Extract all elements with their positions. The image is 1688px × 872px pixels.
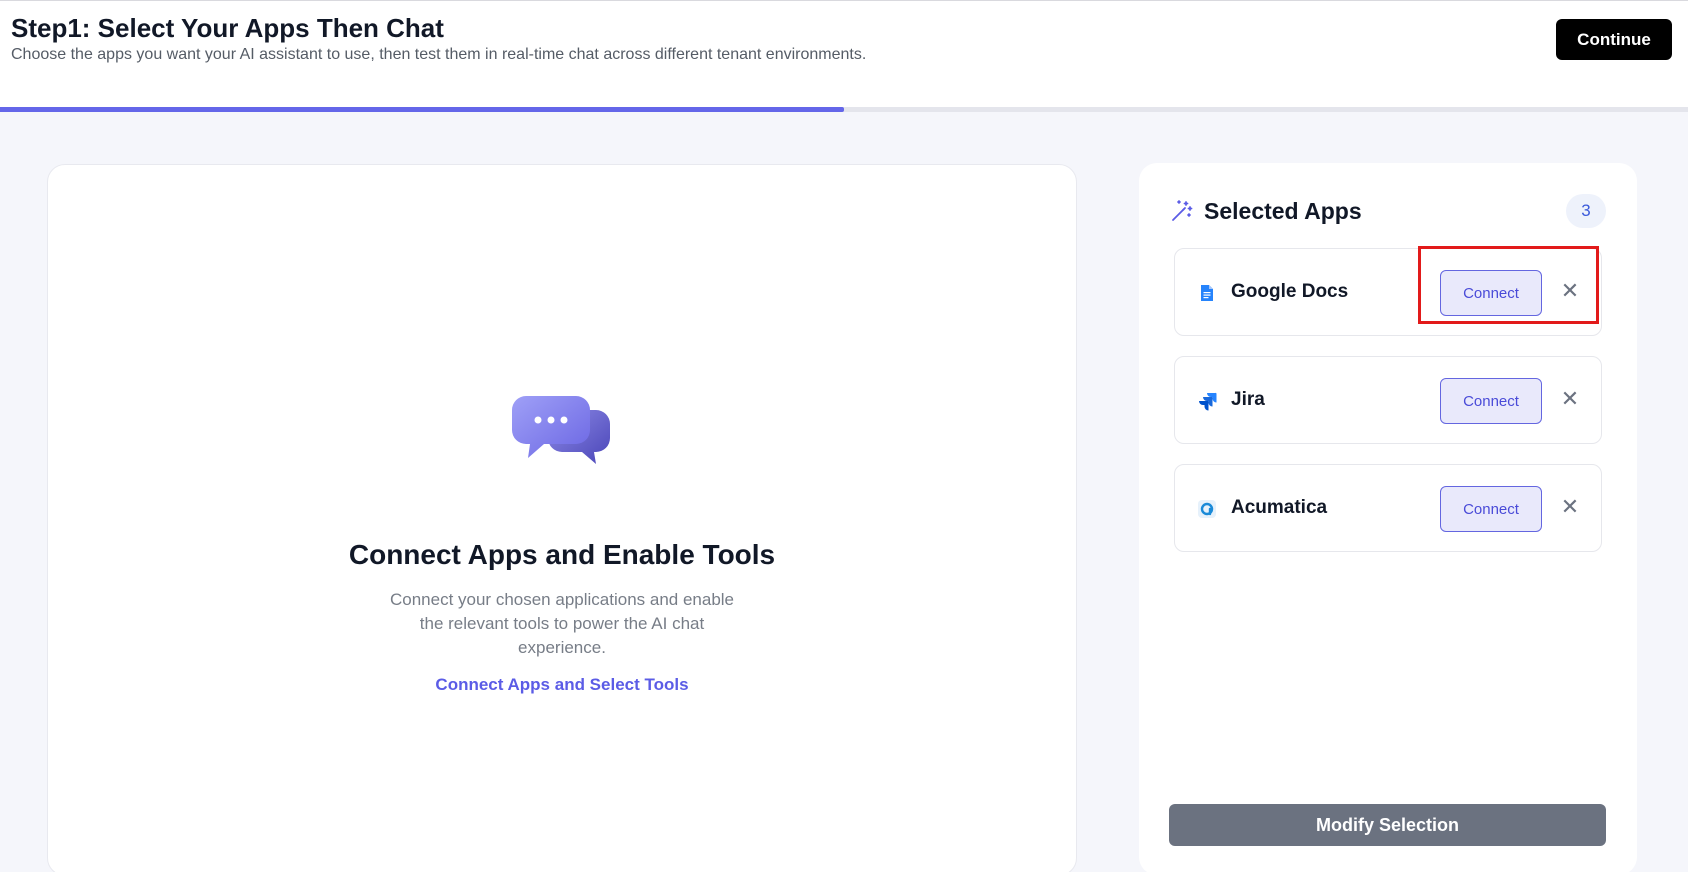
- close-icon[interactable]: ✕: [1557, 495, 1583, 521]
- connect-apps-link[interactable]: Connect Apps and Select Tools: [47, 675, 1077, 695]
- google-docs-icon: [1201, 285, 1213, 301]
- progress-bar: [0, 107, 1688, 112]
- connect-button-acumatica[interactable]: Connect: [1440, 486, 1542, 532]
- highlight-annotation: [1418, 246, 1599, 324]
- app-row-jira: Jira Connect ✕: [1174, 356, 1602, 444]
- page-header: Step1: Select Your Apps Then Chat Choose…: [0, 0, 1688, 108]
- app-name-jira: Jira: [1231, 389, 1265, 410]
- selected-apps-title: Selected Apps: [1204, 198, 1362, 224]
- page-title: Step1: Select Your Apps Then Chat: [11, 13, 444, 43]
- close-icon[interactable]: ✕: [1557, 387, 1583, 413]
- continue-button[interactable]: Continue: [1556, 19, 1672, 60]
- chat-bubbles-icon: [512, 396, 610, 464]
- app-name-acumatica: Acumatica: [1231, 497, 1328, 518]
- empty-state-title: Connect Apps and Enable Tools: [348, 539, 776, 570]
- selected-apps-count-badge: 3: [1566, 194, 1606, 228]
- chat-panel: [47, 164, 1077, 872]
- jira-icon: [1199, 392, 1217, 411]
- progress-fill: [0, 107, 844, 112]
- app-name-google-docs: Google Docs: [1231, 281, 1349, 302]
- empty-state-description: Connect your chosen applications and ena…: [389, 590, 735, 657]
- magic-wand-icon: [1172, 200, 1193, 221]
- modify-selection-button[interactable]: Modify Selection: [1169, 804, 1606, 846]
- acumatica-icon: [1198, 500, 1216, 518]
- connect-button-jira[interactable]: Connect: [1440, 378, 1542, 424]
- page-subtitle: Choose the apps you want your AI assista…: [11, 46, 867, 63]
- app-row-acumatica: Acumatica Connect ✕: [1174, 464, 1602, 552]
